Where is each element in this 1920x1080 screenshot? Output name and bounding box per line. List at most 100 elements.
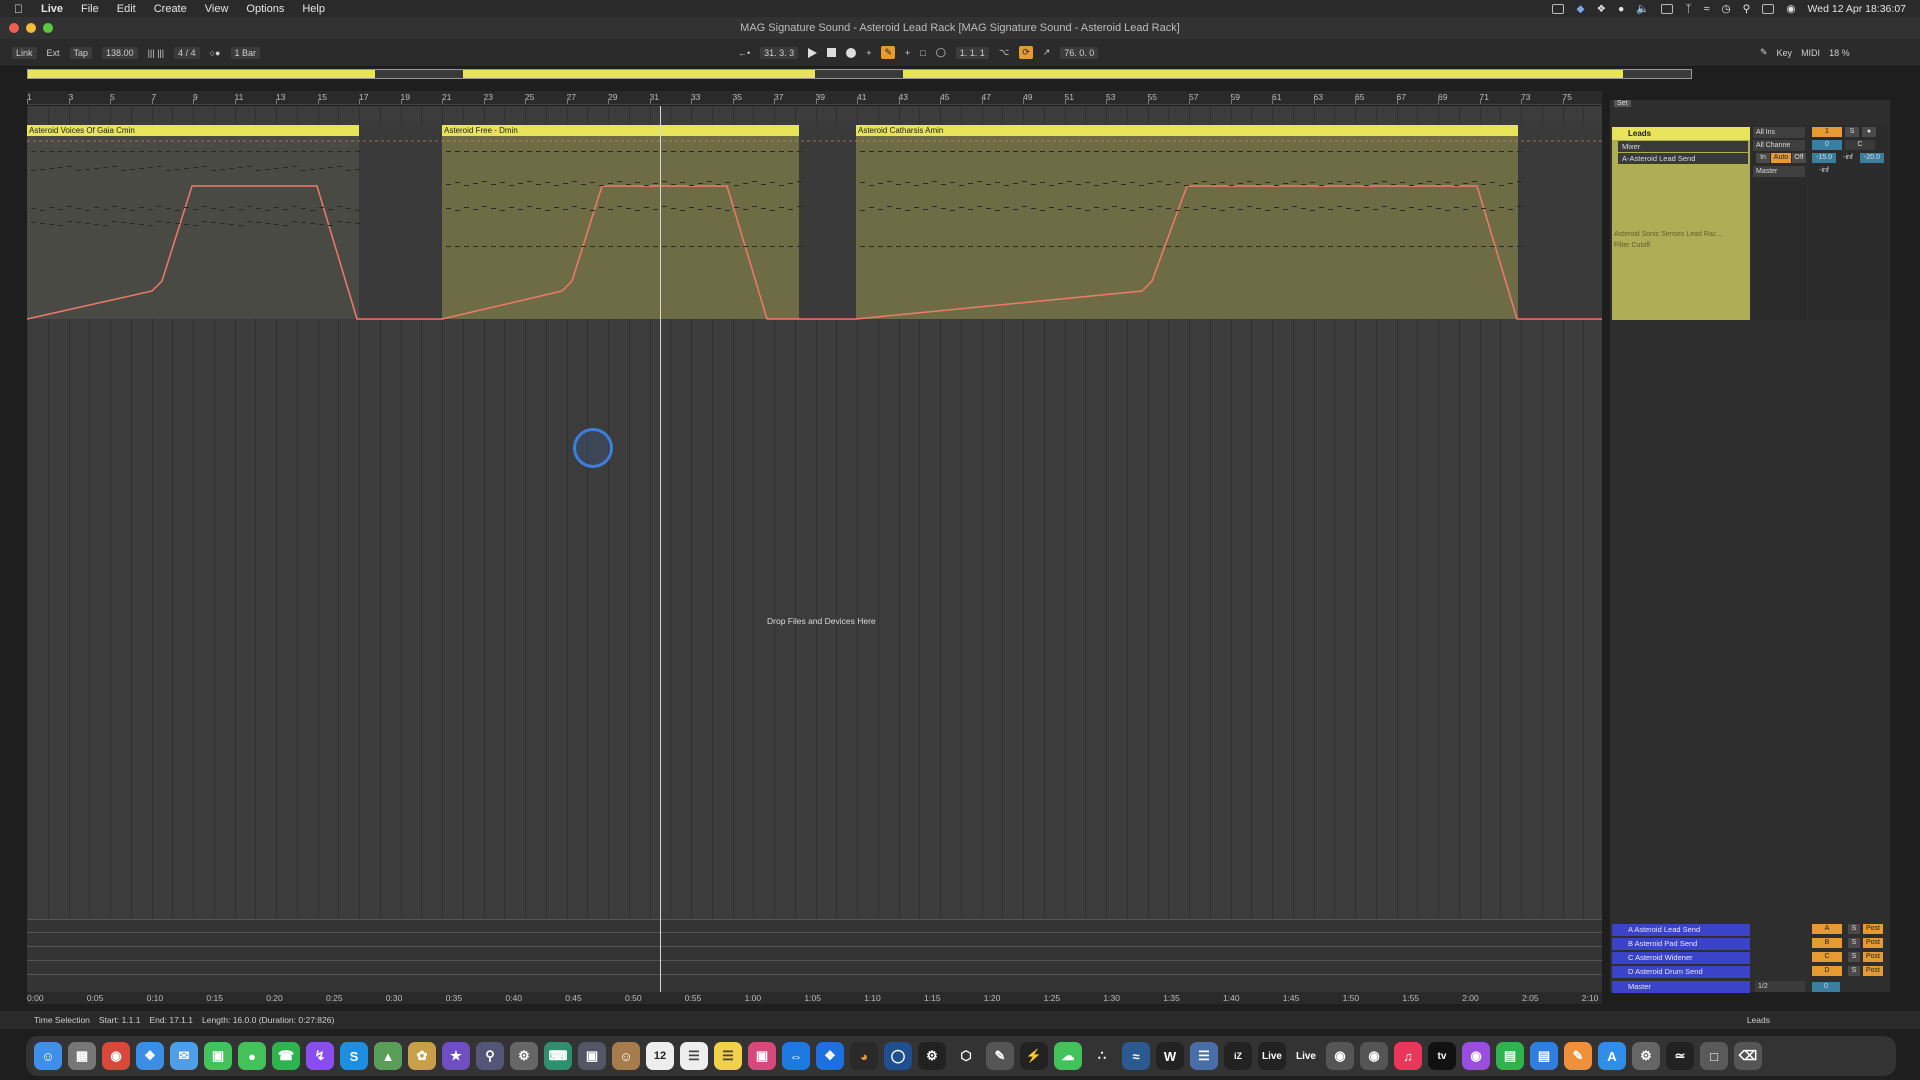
loop-length-field[interactable]: 76. 0. 0	[1060, 46, 1099, 59]
input-channel-dropdown[interactable]: All Channe	[1753, 140, 1805, 151]
speedtest-icon[interactable]: ◕	[850, 1042, 878, 1070]
izotope-icon[interactable]: iZ	[1224, 1042, 1252, 1070]
skype-icon[interactable]: S	[340, 1042, 368, 1070]
monitor-in-button[interactable]: In	[1756, 153, 1770, 163]
trash-icon[interactable]: ⌫	[1734, 1042, 1762, 1070]
system-preferences-icon[interactable]: ⚙	[1632, 1042, 1660, 1070]
time-signature-field[interactable]: 4 / 4	[174, 47, 200, 59]
native-instruments-icon[interactable]: ☰	[1190, 1042, 1218, 1070]
track-header-body[interactable]	[1612, 140, 1750, 320]
control-center-icon[interactable]	[1762, 3, 1775, 14]
master-output-dropdown[interactable]: 1/2	[1755, 981, 1805, 992]
apple-tv-icon[interactable]: tv	[1428, 1042, 1456, 1070]
input-type-dropdown[interactable]: All Ins	[1753, 127, 1805, 138]
app-store-icon[interactable]: A	[1598, 1042, 1626, 1070]
volume-icon[interactable]: 🔈	[1636, 2, 1649, 15]
close-window-button[interactable]	[9, 23, 19, 33]
overdub-icon[interactable]: +	[866, 48, 871, 58]
circle-app-icon[interactable]: ◯	[884, 1042, 912, 1070]
return-solo-button[interactable]: S	[1848, 952, 1860, 962]
keynote-icon[interactable]: ▤	[1530, 1042, 1558, 1070]
automation-envelope[interactable]	[27, 106, 1602, 366]
zoom-window-button[interactable]	[43, 23, 53, 33]
arrangement-view[interactable]: Asteroid Voices Of Gaia Cmin Asteroid Fr…	[27, 106, 1602, 992]
pan-field[interactable]: C	[1845, 140, 1875, 150]
return-track-header[interactable]: B Asteroid Pad Send	[1612, 938, 1750, 950]
waveform-app-icon[interactable]: ≈	[1122, 1042, 1150, 1070]
output-dropdown[interactable]: Master	[1753, 166, 1805, 177]
waves-icon[interactable]: W	[1156, 1042, 1184, 1070]
return-solo-button[interactable]: S	[1848, 938, 1860, 948]
arm-button[interactable]: ●	[1862, 127, 1876, 137]
master-track-header[interactable]: Master	[1612, 981, 1750, 993]
finder-icon[interactable]: ☺	[34, 1042, 62, 1070]
calendar-icon[interactable]: 12	[646, 1042, 674, 1070]
return-post-button[interactable]: Post	[1863, 966, 1883, 976]
metronome-icon[interactable]: ○●	[210, 48, 221, 58]
device-chooser[interactable]: Mixer	[1618, 141, 1748, 152]
return-activator-button[interactable]: D	[1812, 966, 1842, 976]
midi-map-button[interactable]: MIDI	[1801, 48, 1820, 58]
punch-in-icon[interactable]: ⌥	[999, 47, 1009, 58]
screen-record-icon[interactable]	[1552, 3, 1565, 14]
automation-device-label[interactable]: Asteroid Sonic Senses Lead Rac...	[1614, 231, 1722, 238]
network-icon[interactable]: ◆	[1576, 3, 1584, 15]
dots-app-icon[interactable]: ∴	[1088, 1042, 1116, 1070]
menu-live[interactable]: Live	[41, 3, 63, 15]
user-icon[interactable]: ●	[1618, 3, 1624, 15]
menu-options[interactable]: Options	[246, 3, 284, 15]
numbers-icon[interactable]: ▤	[1496, 1042, 1524, 1070]
stop-button[interactable]	[827, 48, 837, 57]
return-post-button[interactable]: Post	[1863, 938, 1883, 948]
return-track-header[interactable]: A Asteroid Lead Send	[1612, 924, 1750, 936]
beat-time-ruler[interactable]: 1 3 5 7 9 11 13 15 17 19 21 23 25 27 29 31 33 35 37 39 41 43 4…	[27, 91, 1602, 105]
minimize-window-button[interactable]	[26, 23, 36, 33]
music-icon[interactable]: ♫	[1394, 1042, 1422, 1070]
ableton-live-icon[interactable]: Live	[1258, 1042, 1286, 1070]
launchpad-icon[interactable]: ▦	[68, 1042, 96, 1070]
photos-icon[interactable]: ✿	[408, 1042, 436, 1070]
session-record-icon[interactable]: ◯	[936, 47, 946, 58]
notes-icon[interactable]: ☰	[714, 1042, 742, 1070]
bluetooth-icon[interactable]: ᛉ	[1685, 3, 1691, 15]
pages-icon[interactable]: ✎	[1564, 1042, 1592, 1070]
loop-start-field[interactable]: 1. 1. 1	[955, 46, 989, 59]
tool-icon[interactable]: ⚙	[918, 1042, 946, 1070]
nudge-icon[interactable]: ||| |||	[148, 48, 165, 58]
messenger-icon[interactable]: ↯	[306, 1042, 334, 1070]
dropbox-icon[interactable]: ❖	[1597, 3, 1606, 15]
key-map-button[interactable]: Key	[1777, 48, 1793, 58]
system-info-icon[interactable]: ⚙	[510, 1042, 538, 1070]
monitor-auto-button[interactable]: Auto	[1771, 153, 1791, 163]
unity-icon[interactable]: ⬡	[952, 1042, 980, 1070]
time-machine-icon[interactable]: ◷	[1721, 3, 1730, 15]
play-button[interactable]	[808, 47, 818, 58]
automation-arm-icon[interactable]: ✎	[881, 46, 895, 59]
terminal-icon[interactable]: ⌨	[544, 1042, 572, 1070]
menubar-clock[interactable]: Wed 12 Apr 18:36:07	[1808, 3, 1906, 15]
parameter-chooser[interactable]: A-Asteroid Lead Send	[1618, 153, 1748, 164]
bolt-app-icon[interactable]: ⚡	[1020, 1042, 1048, 1070]
return-solo-button[interactable]: S	[1848, 924, 1860, 934]
volume-field[interactable]: -15.0	[1812, 153, 1836, 163]
song-position-field[interactable]: 31. 3. 3	[760, 46, 799, 59]
return-tracks-area[interactable]	[27, 919, 1602, 992]
return-activator-button[interactable]: A	[1812, 924, 1842, 934]
folder-icon[interactable]: □	[1700, 1042, 1728, 1070]
return-track-header[interactable]: C Asteroid Widener	[1612, 952, 1750, 964]
send-value-field[interactable]: -20.0	[1860, 153, 1884, 163]
record-button[interactable]	[846, 47, 857, 58]
ext-button[interactable]: Ext	[47, 48, 60, 58]
playhead[interactable]	[660, 106, 661, 992]
siri-icon[interactable]: ◉	[1786, 3, 1795, 15]
teamviewer-icon[interactable]: ⇔	[782, 1042, 810, 1070]
solo-button[interactable]: S	[1845, 127, 1859, 137]
quantize-dropdown[interactable]: 1 Bar	[230, 47, 261, 59]
menu-help[interactable]: Help	[302, 3, 325, 15]
automation-param-label[interactable]: Filter Cutoff	[1614, 242, 1650, 249]
display-icon[interactable]	[1661, 3, 1674, 14]
pen-app-icon[interactable]: ✎	[986, 1042, 1014, 1070]
chrome-icon[interactable]: ◉	[102, 1042, 130, 1070]
capture-midi-icon[interactable]: □	[920, 48, 925, 58]
arrangement-overview[interactable]	[27, 69, 1692, 79]
